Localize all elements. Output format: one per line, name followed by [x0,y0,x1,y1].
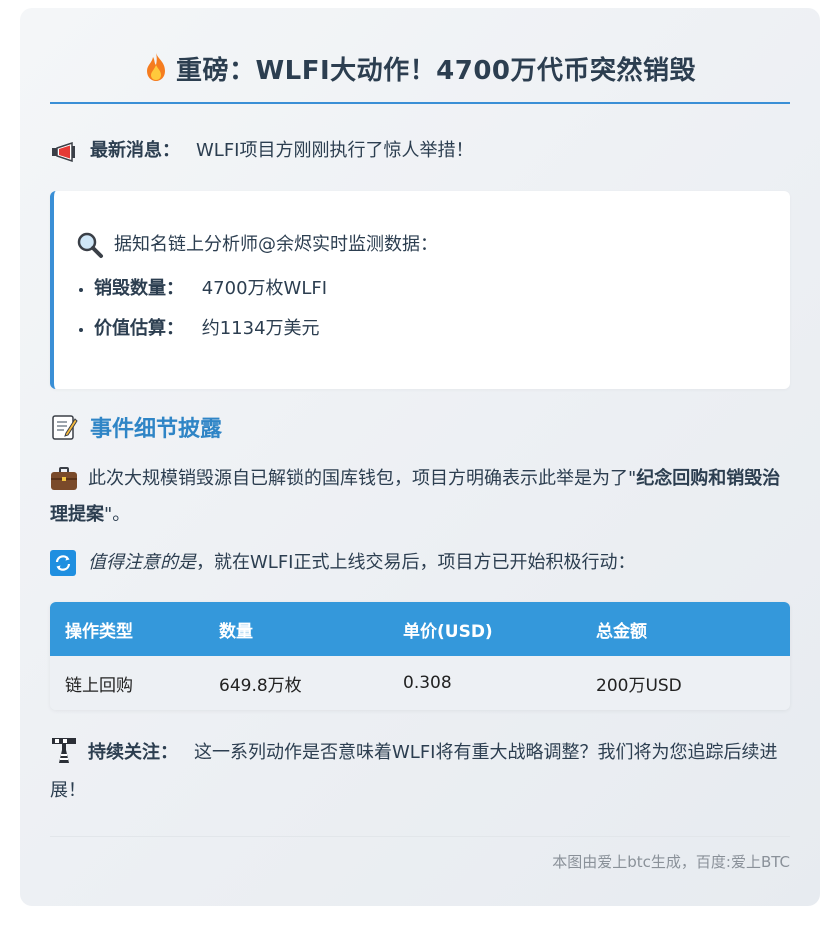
table-cell: 链上回购 [65,675,133,696]
item-value: 4700万枚WLFI [201,278,328,299]
footer-divider [50,836,790,837]
detail-end: "。 [104,504,131,525]
news-label: 最新消息： [90,140,180,161]
follow-paragraph: 持续关注： 这一系列动作是否意味着WLFI将有重大战略调整？我们将为您追踪后续进展… [50,734,790,810]
magnifier-icon [76,231,104,259]
table-cell: 649.8万枚 [219,675,302,696]
item-label: 销毁数量： [94,278,184,299]
fire-icon [144,52,168,86]
section-heading: 事件细节披露 [50,411,790,443]
info-intro-row: 据知名链上分析师@余烬实时监测数据： [76,229,790,261]
column-header: 数量 [219,621,253,642]
news-line: 最新消息： WLFI项目方刚刚执行了惊人举措！ [50,135,790,167]
follow-label: 持续关注： [88,742,178,763]
info-list: 销毁数量： 4700万枚WLFI 价值估算： 约1134万美元 [76,269,790,349]
table-header: 操作类型 数量 单价(USD) 总金额 [50,602,790,656]
item-label: 价值估算： [94,318,184,339]
detail-paragraph: 此次大规模销毁源自已解锁的国库钱包，项目方明确表示此举是为了"纪念回购和销毁治理… [50,461,790,533]
table-cell: 0.308 [403,673,452,693]
construction-icon [50,736,78,764]
info-intro: 据知名链上分析师@余烬实时监测数据： [114,234,438,255]
table-cell: 200万USD [596,675,682,696]
info-box: 据知名链上分析师@余烬实时监测数据： 销毁数量： 4700万枚WLFI 价值估算… [50,191,790,389]
footer-credit: 本图由爱上btc生成，百度:爱上BTC [552,853,790,871]
article-card: 重磅：WLFI大动作！4700万代币突然销毁 最新消息： WLFI项目方刚刚执行… [20,8,820,906]
repeat-icon [50,550,76,576]
memo-icon [50,413,78,441]
list-item: 价值估算： 约1134万美元 [94,309,790,349]
column-header: 单价(USD) [403,621,493,642]
title-row: 重磅：WLFI大动作！4700万代币突然销毁 [50,8,790,104]
notice-line: 值得注意的是 ，就在WLFI正式上线交易后，项目方已开始积极行动： [50,546,790,580]
item-value: 约1134万美元 [201,318,320,339]
megaphone-icon [50,141,78,163]
notice-italic: 值得注意的是 [88,552,196,573]
buyback-table: 操作类型 数量 单价(USD) 总金额 链上回购 649.8万枚 0.308 2… [50,602,790,710]
column-header: 总金额 [596,621,647,642]
notice-text: ，就在WLFI正式上线交易后，项目方已开始积极行动： [196,552,636,573]
table-row: 链上回购 649.8万枚 0.308 200万USD [50,656,790,710]
list-item: 销毁数量： 4700万枚WLFI [94,269,790,309]
detail-text: 此次大规模销毁源自已解锁的国库钱包，项目方明确表示此举是为了" [88,468,637,489]
page-title: 重磅：WLFI大动作！4700万代币突然销毁 [175,56,697,86]
section-title: 事件细节披露 [90,417,223,442]
column-header: 操作类型 [65,621,133,642]
news-text: WLFI项目方刚刚执行了惊人举措！ [196,140,474,161]
briefcase-icon [50,467,78,491]
